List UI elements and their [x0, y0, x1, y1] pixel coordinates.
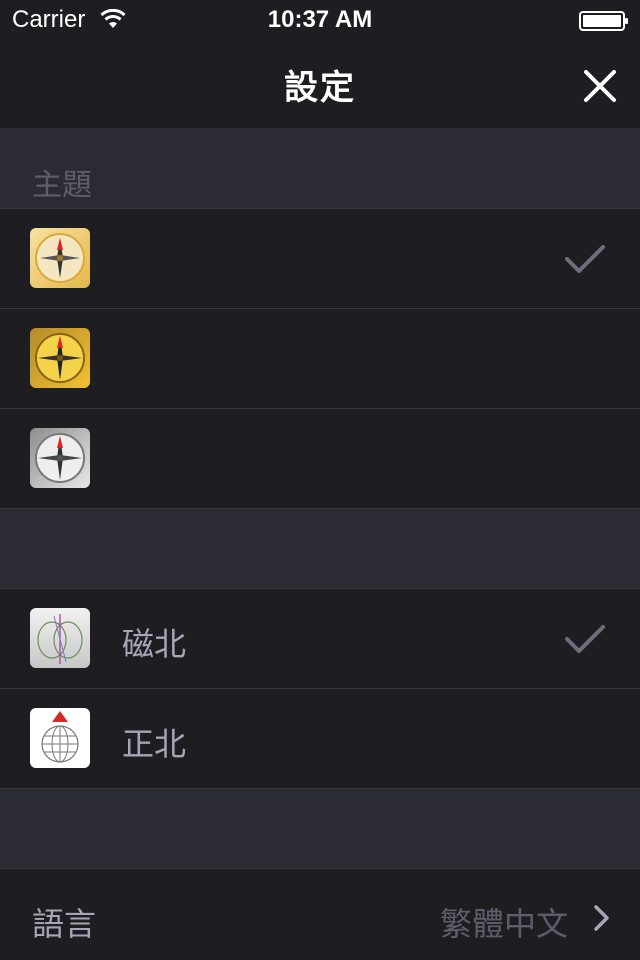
language-row[interactable]: 語言 繁體中文: [0, 868, 640, 960]
status-bar: Carrier 10:37 AM: [0, 0, 640, 40]
language-value: 繁體中文: [439, 905, 568, 943]
north-row-magnetic[interactable]: 磁北: [0, 588, 640, 688]
north-row-true[interactable]: 正北: [0, 688, 640, 788]
compass-gold-light-icon: [30, 228, 90, 288]
magnetic-field-icon: [30, 608, 90, 668]
navigation-bar: 設定: [0, 40, 640, 128]
close-icon[interactable]: [578, 64, 622, 108]
language-section-header: [0, 788, 640, 868]
compass-silver-icon: [30, 428, 90, 488]
theme-row-gold-light[interactable]: [0, 208, 640, 308]
page-title: 設定: [284, 68, 356, 108]
north-label-magnetic: 磁北: [122, 625, 187, 663]
language-label: 語言: [32, 905, 97, 943]
checkmark-icon: [565, 625, 605, 653]
checkmark-icon: [565, 245, 605, 273]
theme-section-header: 主題: [0, 128, 640, 208]
theme-row-silver[interactable]: [0, 408, 640, 508]
battery-icon: [579, 11, 628, 31]
section-header-label: 主題: [32, 168, 92, 203]
north-label-true: 正北: [122, 725, 187, 763]
chevron-right-icon: [594, 905, 609, 931]
north-section-header: [0, 508, 640, 588]
status-time: 10:37 AM: [267, 6, 373, 33]
globe-north-icon: [30, 708, 90, 768]
compass-gold-dark-icon: [30, 328, 90, 388]
theme-row-gold-dark[interactable]: [0, 308, 640, 408]
